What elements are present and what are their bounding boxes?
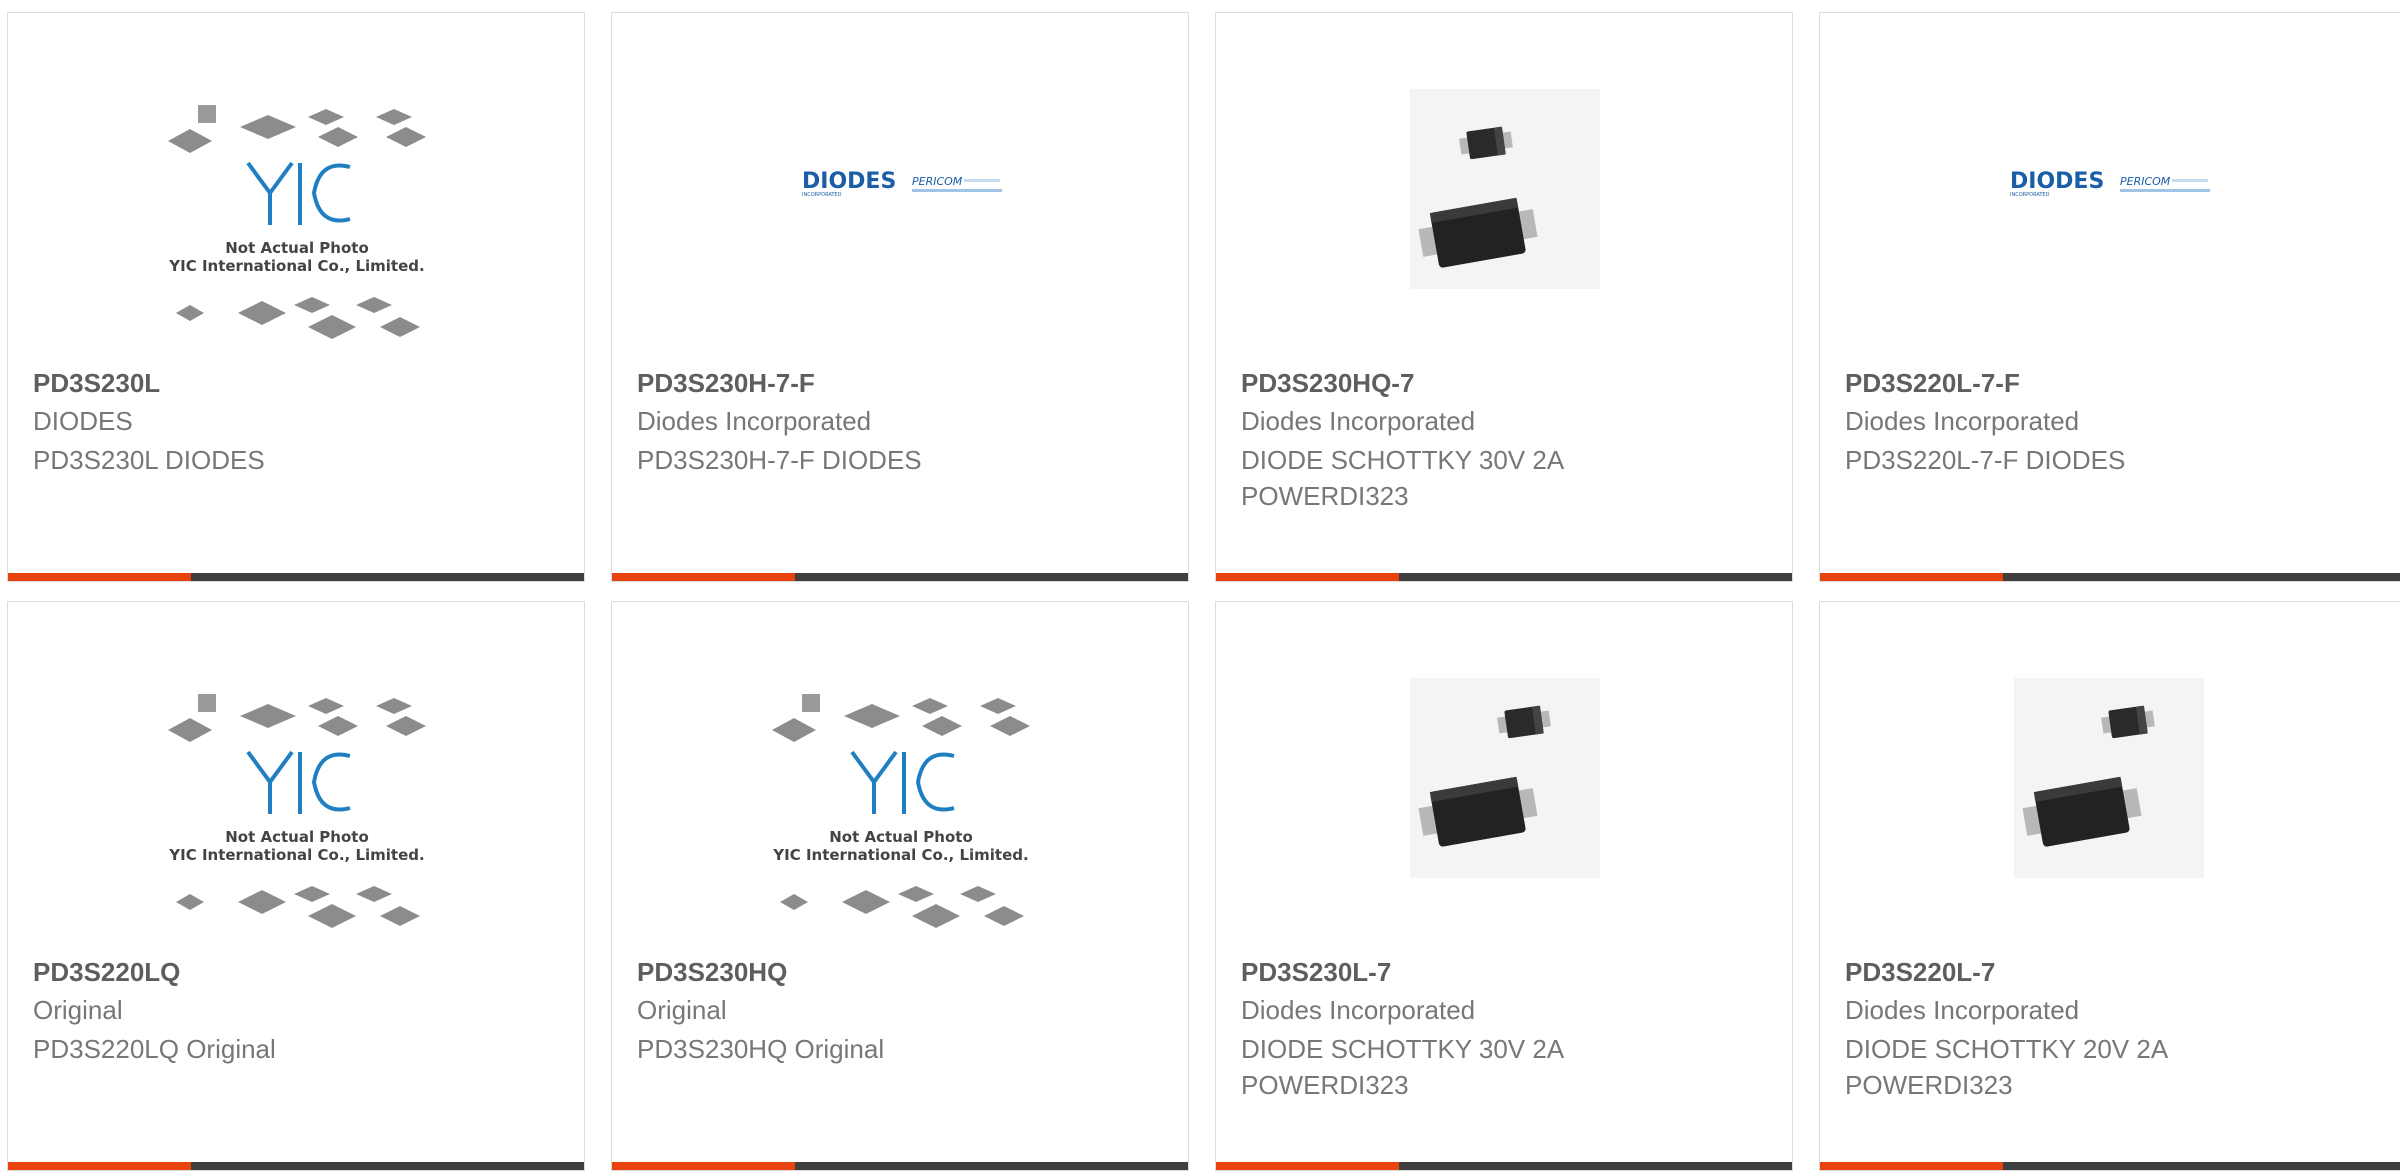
diode-package-image [1410,678,1600,878]
product-image[interactable]: Not Actual Photo YIC International Co., … [612,602,1188,942]
description: PD3S230H-7-F DIODES [637,445,922,475]
description: PD3S220L-7-F DIODES [1845,445,2126,475]
part-number[interactable]: PD3S230HQ [637,957,787,988]
manufacturer: Diodes Incorporated [1241,995,1476,1025]
manufacturer: Original [33,995,123,1025]
product-image[interactable] [1216,602,1792,942]
description: PD3S220LQ Original [33,1034,276,1064]
description: PD3S230HQ Original [637,1034,885,1064]
diodes-logo-text: DIODES [802,169,896,194]
yic-caption-line1: Not Actual Photo [225,828,369,846]
product-card[interactable]: DIODES INCORPORATED PERICOM PD3S230H-7-F… [611,12,1189,582]
pericom-logo-text: PERICOM [912,175,963,188]
manufacturer: Original [637,995,727,1025]
yic-caption-line2: YIC International Co., Limited. [772,846,1028,864]
part-number[interactable]: PD3S220LQ [33,957,180,988]
yic-placeholder-image: Not Actual Photo YIC International Co., … [168,105,426,339]
description: DIODE SCHOTTKY 30V 2A POWERDI323 [1241,445,1563,511]
part-number[interactable]: PD3S220L-7 [1845,957,1995,988]
yic-caption-line2: YIC International Co., Limited. [168,257,424,275]
diode-package-image [1410,89,1600,289]
product-image[interactable]: Not Actual Photo YIC International Co., … [8,602,584,942]
description: DIODE SCHOTTKY 30V 2A POWERDI323 [1241,1034,1563,1100]
pericom-logo-text: PERICOM [2120,175,2171,188]
product-card[interactable]: DIODES INCORPORATED PERICOM PD3S220L-7-F… [1819,12,2400,582]
card-accent-bar [8,573,191,581]
product-card[interactable]: Not Actual Photo YIC International Co., … [7,601,585,1171]
card-accent-bar [1216,573,1399,581]
product-card[interactable]: Not Actual Photo YIC International Co., … [7,12,585,582]
yic-placeholder-image: Not Actual Photo YIC International Co., … [772,694,1030,928]
product-image[interactable] [1216,13,1792,353]
diodes-logo-text: DIODES [2010,169,2104,194]
part-number[interactable]: PD3S230H-7-F [637,368,815,399]
yic-caption-line1: Not Actual Photo [829,828,973,846]
manufacturer: Diodes Incorporated [637,406,872,436]
yic-caption-line1: Not Actual Photo [225,239,369,257]
card-accent-bar [1820,573,2003,581]
part-number[interactable]: PD3S220L-7-F [1845,368,2020,399]
product-image[interactable]: DIODES INCORPORATED PERICOM [612,13,1188,353]
diodes-logo-subtext: INCORPORATED [2010,192,2050,198]
product-card[interactable]: PD3S230L-7 Diodes Incorporated DIODE SCH… [1215,601,1793,1171]
card-accent-bar [1216,1162,1399,1170]
manufacturer: Diodes Incorporated [1845,406,2080,436]
diodes-logo-image: DIODES INCORPORATED PERICOM [802,169,1002,198]
diode-package-image [2014,678,2204,878]
manufacturer: DIODES [33,406,133,436]
manufacturer: Diodes Incorporated [1845,995,2080,1025]
product-grid: Not Actual Photo YIC International Co., … [0,0,2400,1171]
description: PD3S230L DIODES [33,445,265,475]
card-accent-bar [612,1162,795,1170]
part-number[interactable]: PD3S230L-7 [1241,957,1391,988]
product-card[interactable]: PD3S220L-7 Diodes Incorporated DIODE SCH… [1819,601,2400,1171]
description: DIODE SCHOTTKY 20V 2A POWERDI323 [1845,1034,2167,1100]
diodes-logo-subtext: INCORPORATED [802,192,842,198]
part-number[interactable]: PD3S230L [33,368,160,399]
manufacturer: Diodes Incorporated [1241,406,1476,436]
card-accent-bar [8,1162,191,1170]
product-image[interactable] [1820,602,2400,942]
part-number[interactable]: PD3S230HQ-7 [1241,368,1414,399]
yic-caption-line2: YIC International Co., Limited. [168,846,424,864]
product-card[interactable]: Not Actual Photo YIC International Co., … [611,601,1189,1171]
card-accent-bar [612,573,795,581]
card-accent-bar [1820,1162,2003,1170]
diodes-logo-image: DIODES INCORPORATED PERICOM [2010,169,2210,198]
yic-placeholder-image: Not Actual Photo YIC International Co., … [168,694,426,928]
product-image[interactable]: DIODES INCORPORATED PERICOM [1820,13,2400,353]
product-card[interactable]: PD3S230HQ-7 Diodes Incorporated DIODE SC… [1215,12,1793,582]
product-image[interactable]: Not Actual Photo YIC International Co., … [8,13,584,353]
